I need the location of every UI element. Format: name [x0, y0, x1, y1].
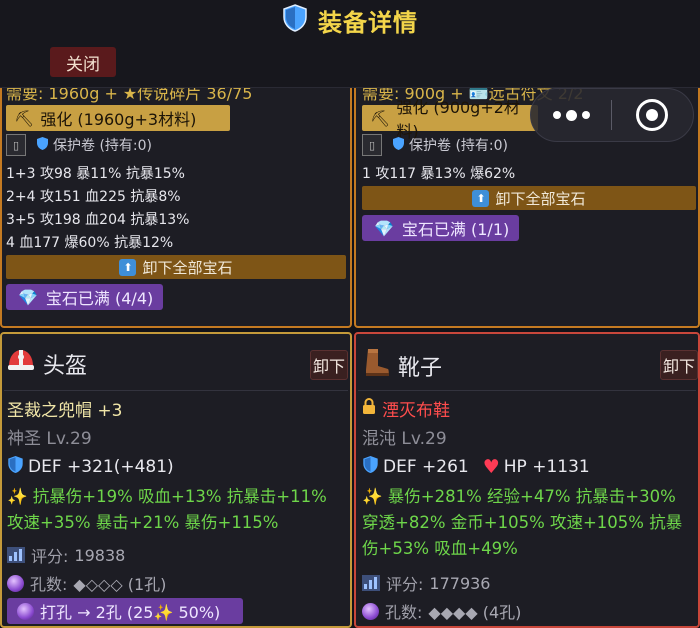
up-arrow-icon: ⬆	[472, 189, 490, 207]
exit-miniprogram-button[interactable]	[636, 99, 668, 131]
enhance-button[interactable]: ⛏ 强化 (1960g+3材料)	[6, 105, 230, 131]
holes-row: 孔数: ◆◆◆◆ (4孔)	[362, 599, 521, 623]
shield-icon	[282, 4, 308, 36]
gem-line: 4 血177 爆60% 抗暴12%	[6, 235, 174, 251]
boot-icon	[362, 348, 390, 384]
slot-label: 靴子	[398, 356, 443, 381]
shield-icon	[392, 136, 405, 155]
holes-value: ◆◇◇◇ (1孔)	[73, 575, 167, 594]
enhance-button[interactable]: ⛏ 强化 (900g+2材料)	[362, 98, 538, 141]
holes-label: 孔数:	[385, 603, 423, 622]
def-stat: DEF +321(+481)	[7, 455, 174, 479]
equipment-card-boots: 靴子 卸下 湮灭布鞋 混沌 Lv.29 DEF +261 ♥ HP +1131 …	[354, 332, 700, 628]
page-title: 装备详情	[0, 4, 700, 37]
unequip-button[interactable]: 卸下	[310, 350, 348, 380]
gem-icon: 💎	[18, 287, 38, 307]
close-button[interactable]: 关闭	[50, 47, 116, 77]
orb-icon	[17, 602, 34, 620]
protect-scroll-row: ▯ 保护卷 (持有:0)	[6, 134, 152, 156]
divider	[4, 390, 348, 391]
sparkle-icon: ✨	[362, 487, 383, 506]
hammer-icon: ⛏	[14, 108, 35, 128]
remove-all-gems-button[interactable]: ⬆ 卸下全部宝石	[362, 186, 696, 210]
more-menu-button[interactable]	[531, 109, 611, 121]
bonus-stats: ✨ 暴伤+281% 经验+47% 抗暴击+30% 穿透+82% 金币+105% …	[362, 484, 696, 562]
orb-icon	[362, 602, 379, 620]
equipment-card-top-left: 需要: 1960g + ★传说碎片 36/75 ⛏ 强化 (1960g+3材料)…	[0, 88, 352, 328]
score-label: 评分:	[31, 547, 69, 566]
protect-label: 保护卷 (持有:0)	[53, 138, 152, 154]
remove-all-gems-button[interactable]: ⬆ 卸下全部宝石	[6, 255, 346, 279]
equipment-card-helmet: 头盔 卸下 圣裁之兜帽 +3 神圣 Lv.29 DEF +321(+481) ✨…	[0, 332, 352, 628]
punch-hole-button[interactable]: 打孔 → 2孔 (25✨ 50%)	[7, 598, 243, 624]
gem-line: 3+5 攻198 血204 抗暴13%	[6, 212, 190, 228]
protect-label: 保护卷 (持有:0)	[409, 138, 508, 154]
divider	[358, 390, 696, 391]
item-tier: 混沌 Lv.29	[362, 429, 447, 449]
lock-icon	[362, 398, 376, 419]
shield-icon	[36, 136, 49, 155]
protect-checkbox[interactable]: ▯	[6, 134, 26, 156]
holes-label: 孔数:	[30, 575, 68, 594]
shield-icon	[7, 455, 24, 479]
gems-full-label: 宝石已满 (1/1)	[401, 220, 510, 239]
orb-icon	[7, 574, 24, 592]
chart-icon	[7, 547, 25, 563]
gems-full-badge: 💎 宝石已满 (4/4)	[6, 284, 164, 310]
enhance-label: 强化 (1960g+3材料)	[40, 110, 197, 129]
holes-row: 孔数: ◆◇◇◇ (1孔)	[7, 571, 166, 595]
bonus-text: 抗暴伤+19% 吸血+13% 抗暴击+11% 攻速+35% 暴击+21% 暴伤+…	[7, 487, 327, 532]
shield-icon	[362, 455, 379, 479]
slot-header: 头盔	[7, 348, 87, 380]
punch-label: 打孔 → 2孔 (25✨ 50%)	[40, 603, 221, 622]
unequip-button[interactable]: 卸下	[660, 350, 698, 380]
requirement-text: 需要: 1960g + ★传说碎片 36/75	[6, 88, 253, 103]
header-bar: 装备详情 关闭	[0, 0, 700, 88]
holes-value: ◆◆◆◆ (4孔)	[428, 603, 522, 622]
gem-line: 1 攻117 暴13% 爆62%	[362, 166, 516, 182]
score-value: 19838	[74, 545, 126, 565]
heart-icon: ♥	[482, 456, 500, 478]
bonus-text: 暴伤+281% 经验+47% 抗暴击+30% 穿透+82% 金币+105% 攻速…	[362, 487, 683, 558]
hammer-icon: ⛏	[370, 108, 391, 128]
helmet-icon	[7, 348, 35, 380]
gems-full-badge: 💎 宝石已满 (1/1)	[362, 215, 520, 241]
protect-checkbox[interactable]: ▯	[362, 134, 382, 156]
item-name: 圣裁之兜帽 +3	[7, 401, 123, 421]
gem-line: 1+3 攻98 暴11% 抗暴15%	[6, 166, 185, 182]
remove-gems-label: 卸下全部宝石	[142, 258, 233, 277]
title-text: 装备详情	[318, 8, 418, 37]
def-text: DEF +261	[383, 457, 469, 477]
bonus-stats: ✨ 抗暴伤+19% 吸血+13% 抗暴击+11% 攻速+35% 暴击+21% 暴…	[7, 484, 347, 536]
item-name: 湮灭布鞋	[382, 401, 450, 421]
score-label: 评分:	[386, 575, 424, 594]
hp-text: HP +1131	[503, 457, 590, 477]
protect-scroll-row: ▯ 保护卷 (持有:0)	[362, 134, 508, 156]
miniprogram-capsule	[530, 88, 694, 142]
gem-icon: 💎	[374, 218, 394, 238]
def-text: DEF +321(+481)	[28, 457, 174, 477]
score-row: 评分: 19838	[7, 543, 125, 567]
remove-gems-label: 卸下全部宝石	[495, 189, 586, 208]
slot-label: 头盔	[43, 354, 88, 379]
gems-full-label: 宝石已满 (4/4)	[45, 289, 154, 308]
score-row: 评分: 177936	[362, 571, 490, 595]
def-stat: DEF +261 ♥ HP +1131	[362, 455, 590, 479]
up-arrow-icon: ⬆	[119, 258, 137, 276]
score-value: 177936	[429, 573, 491, 593]
item-tier: 神圣 Lv.29	[7, 429, 92, 449]
gem-line: 2+4 攻151 血225 抗暴8%	[6, 189, 181, 205]
sparkle-icon: ✨	[7, 487, 28, 506]
chart-icon	[362, 575, 380, 591]
slot-header: 靴子	[362, 348, 442, 384]
item-name-row: 湮灭布鞋	[362, 396, 450, 421]
